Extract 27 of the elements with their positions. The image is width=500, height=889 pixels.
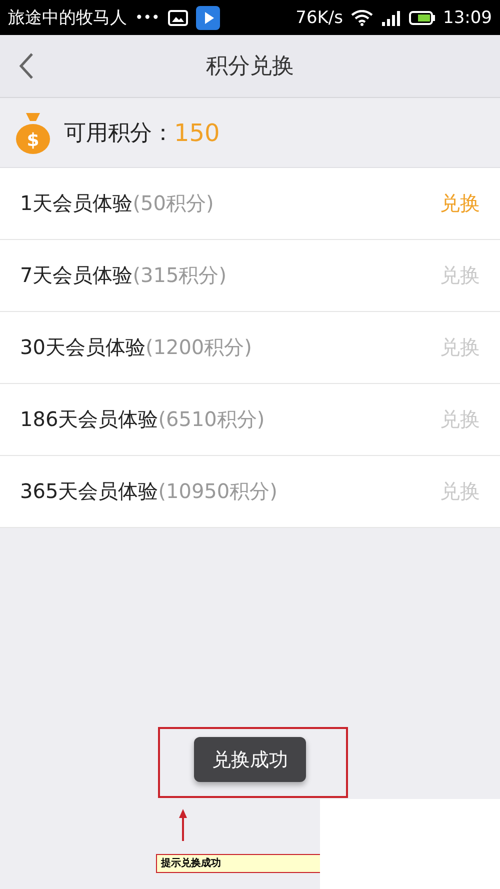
reward-name: 30天会员体验 (20, 334, 146, 361)
page-title: 积分兑换 (205, 53, 295, 81)
image-icon (168, 10, 188, 26)
reward-points: (10950积分) (158, 478, 278, 505)
wifi-icon (351, 10, 373, 26)
notification-text: 旅途中的牧马人 (8, 7, 127, 29)
clock: 13:09 (443, 8, 492, 28)
reward-name: 365天会员体验 (20, 478, 158, 505)
points-label: 可用积分： (64, 120, 174, 148)
battery-icon (409, 10, 435, 24)
more-notifications-text: ••• (135, 10, 160, 26)
reward-points: (1200积分) (145, 334, 252, 361)
reward-points: (6510积分) (158, 406, 265, 433)
reward-points: (50积分) (132, 190, 214, 217)
arrow-icon (178, 808, 188, 842)
network-speed: 76K/s (296, 8, 343, 28)
reward-name: 186天会员体验 (20, 406, 158, 433)
signal-icon (381, 10, 401, 26)
back-icon (18, 52, 34, 80)
play-icon (196, 6, 220, 30)
reward-name: 7天会员体验 (20, 262, 133, 289)
exchange-button[interactable]: 兑换 (440, 190, 480, 217)
reward-points: (315积分) (132, 262, 227, 289)
annotation-note: 提示兑换成功 (156, 854, 322, 873)
points-value: 150 (174, 118, 220, 146)
reward-name: 1天会员体验 (20, 190, 133, 217)
toast-message: 兑换成功 (194, 737, 306, 782)
